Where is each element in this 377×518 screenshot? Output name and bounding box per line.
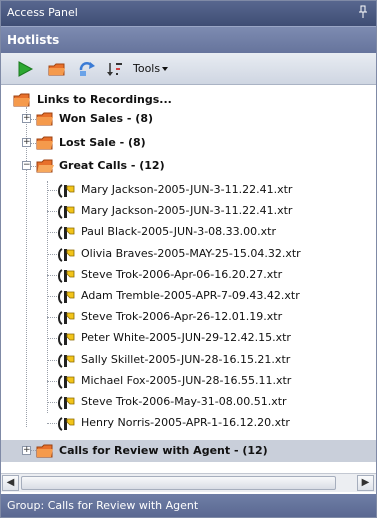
play-icon[interactable] bbox=[15, 60, 35, 78]
recording-label: Michael Fox-2005-JUN-28-16.55.11.xtr bbox=[81, 374, 292, 387]
recording-icon bbox=[58, 354, 75, 368]
recording-item[interactable]: Mary Jackson-2005-JUN-3-11.22.41.xtr bbox=[1, 201, 376, 221]
recording-item[interactable]: Steve Trok-2006-Apr-26-12.01.19.xtr bbox=[1, 307, 376, 327]
recording-icon bbox=[58, 332, 75, 346]
refresh-icon[interactable] bbox=[77, 60, 97, 78]
sort-icon[interactable] bbox=[105, 60, 125, 78]
recording-icon bbox=[58, 396, 75, 410]
panel-header: Hotlists bbox=[1, 26, 376, 53]
recording-item[interactable]: Peter White-2005-JUN-29-12.42.15.xtr bbox=[1, 328, 376, 348]
window-titlebar: Access Panel bbox=[1, 1, 376, 26]
scroll-right-icon[interactable]: ▶ bbox=[357, 475, 374, 491]
folder-open-icon bbox=[36, 159, 54, 173]
recording-item[interactable]: Olivia Braves-2005-MAY-25-15.04.32.xtr bbox=[1, 244, 376, 264]
status-bar: Group: Calls for Review with Agent bbox=[1, 494, 376, 517]
panel-title: Hotlists bbox=[7, 33, 60, 47]
scroll-left-icon[interactable]: ◀ bbox=[2, 475, 19, 491]
folder-lost-sale[interactable]: + Lost Sale - (8) bbox=[1, 133, 376, 153]
recording-item[interactable]: Steve Trok-2006-May-31-08.00.51.xtr bbox=[1, 392, 376, 412]
folder-won-sales[interactable]: + Won Sales - (8) bbox=[1, 109, 376, 129]
folder-icon bbox=[36, 112, 53, 126]
folder-icon bbox=[36, 136, 53, 150]
folder-label: Calls for Review with Agent - (12) bbox=[59, 444, 268, 457]
recording-label: Steve Trok-2006-Apr-26-12.01.19.xtr bbox=[81, 310, 283, 323]
recording-label: Mary Jackson-2005-JUN-3-11.22.41.xtr bbox=[81, 183, 293, 196]
hotlist-tree: Links to Recordings... + Won Sales - (8)… bbox=[1, 85, 376, 471]
recording-icon bbox=[58, 290, 75, 304]
expand-icon[interactable]: + bbox=[22, 138, 31, 147]
pin-icon[interactable] bbox=[358, 5, 368, 19]
recording-icon bbox=[58, 269, 75, 283]
recording-label: Henry Norris-2005-APR-1-16.12.20.xtr bbox=[81, 416, 290, 429]
folder-great-calls[interactable]: − Great Calls - (12) bbox=[1, 156, 376, 176]
folder-icon bbox=[36, 444, 53, 458]
window-title: Access Panel bbox=[7, 6, 78, 19]
folder-calls-for-review[interactable]: + Calls for Review with Agent - (12) bbox=[1, 440, 376, 462]
recording-item[interactable]: Steve Trok-2006-Apr-06-16.20.27.xtr bbox=[1, 265, 376, 285]
recording-icon bbox=[58, 205, 75, 219]
recording-item[interactable]: Paul Black-2005-JUN-3-08.33.00.xtr bbox=[1, 222, 376, 242]
status-text: Group: Calls for Review with Agent bbox=[7, 499, 199, 512]
recording-item[interactable]: Michael Fox-2005-JUN-28-16.55.11.xtr bbox=[1, 371, 376, 391]
recording-icon bbox=[58, 375, 75, 389]
tools-label: Tools bbox=[133, 62, 161, 75]
access-panel: Access Panel Hotlists Tools Links to Rec… bbox=[0, 0, 377, 518]
tree-root-label: Links to Recordings... bbox=[37, 93, 172, 106]
collapse-icon[interactable]: − bbox=[22, 161, 31, 170]
recording-icon bbox=[58, 311, 75, 325]
recording-item[interactable]: Mary Jackson-2005-JUN-3-11.22.41.xtr bbox=[1, 180, 376, 200]
recording-icon bbox=[58, 417, 75, 431]
recording-item[interactable]: Henry Norris-2005-APR-1-16.12.20.xtr bbox=[1, 413, 376, 433]
scroll-thumb[interactable] bbox=[21, 476, 336, 490]
expand-icon[interactable]: + bbox=[22, 446, 31, 455]
recording-label: Olivia Braves-2005-MAY-25-15.04.32.xtr bbox=[81, 247, 301, 260]
recording-label: Steve Trok-2006-Apr-06-16.20.27.xtr bbox=[81, 268, 283, 281]
recording-item[interactable]: Sally Skillet-2005-JUN-28-16.15.21.xtr bbox=[1, 350, 376, 370]
chevron-down-icon bbox=[162, 67, 169, 71]
folder-icon bbox=[13, 93, 30, 107]
tree-root[interactable]: Links to Recordings... bbox=[1, 90, 376, 110]
folder-label: Won Sales - (8) bbox=[59, 112, 154, 125]
recording-icon bbox=[58, 248, 75, 262]
recording-label: Paul Black-2005-JUN-3-08.33.00.xtr bbox=[81, 225, 276, 238]
recording-label: Mary Jackson-2005-JUN-3-11.22.41.xtr bbox=[81, 204, 293, 217]
expand-icon[interactable]: + bbox=[22, 114, 31, 123]
recording-item[interactable]: Adam Tremble-2005-APR-7-09.43.42.xtr bbox=[1, 286, 376, 306]
tools-menu[interactable]: Tools bbox=[133, 62, 169, 75]
horizontal-scrollbar[interactable]: ◀ ▶ bbox=[1, 473, 376, 492]
recording-label: Steve Trok-2006-May-31-08.00.51.xtr bbox=[81, 395, 287, 408]
folder-label: Great Calls - (12) bbox=[59, 159, 165, 172]
recording-icon bbox=[58, 226, 75, 240]
recording-label: Sally Skillet-2005-JUN-28-16.15.21.xtr bbox=[81, 353, 291, 366]
folder-label: Lost Sale - (8) bbox=[59, 136, 146, 149]
recording-label: Adam Tremble-2005-APR-7-09.43.42.xtr bbox=[81, 289, 300, 302]
new-folder-icon[interactable] bbox=[47, 60, 67, 78]
recording-label: Peter White-2005-JUN-29-12.42.15.xtr bbox=[81, 331, 291, 344]
toolbar: Tools bbox=[1, 53, 376, 85]
recording-icon bbox=[58, 184, 75, 198]
